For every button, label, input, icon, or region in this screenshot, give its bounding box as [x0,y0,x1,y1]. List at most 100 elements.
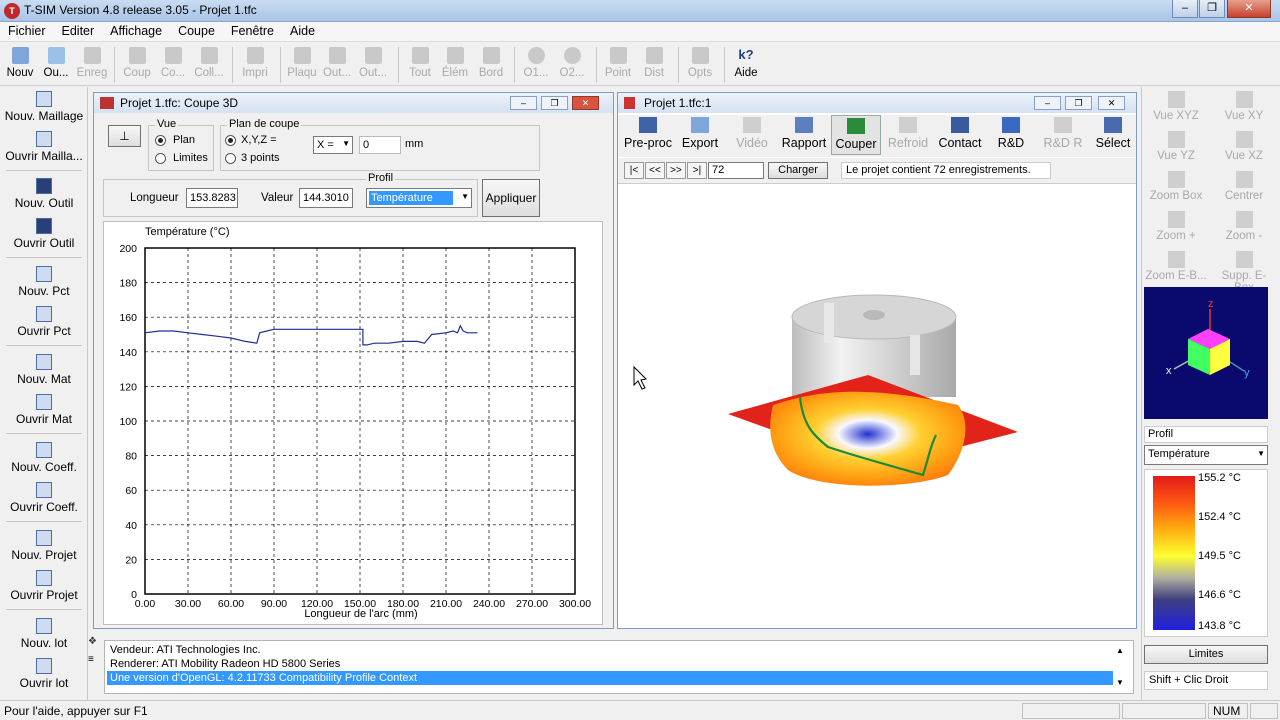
toolbar-point-button[interactable]: Point [601,45,635,83]
toolbar-print-button[interactable]: Impri [238,45,272,83]
zoom-ebox-button[interactable]: Zoom E-B... [1144,251,1208,282]
coupe-minimize-button[interactable]: – [510,96,537,110]
view-yz-button[interactable]: Vue YZ [1144,131,1208,162]
sidebar-new-coeff[interactable]: Nouv. Coeff. [0,442,88,474]
toolbar-outil2-button[interactable]: Out... [356,45,390,83]
menu-editer[interactable]: Editer [54,22,103,42]
toolbar-bord-button[interactable]: Bord [474,45,508,83]
plan-xyz-radio[interactable] [225,135,236,146]
toolbar-outil1-button[interactable]: Out... [320,45,354,83]
menu-fenetre[interactable]: Fenêtre [223,22,282,42]
legend-min: 143.8 °C [1198,620,1241,632]
vue-plan-radio[interactable] [155,135,166,146]
toolbar-open-button[interactable]: Ou... [39,45,73,83]
scroll-down-icon[interactable]: ▼ [1116,678,1124,687]
sidebar-open-pct[interactable]: Ouvrir Pct [0,306,88,338]
sidebar-new-tool[interactable]: Nouv. Outil [0,178,88,210]
view-xy-button[interactable]: Vue XY [1212,91,1276,122]
status-cell [1122,703,1206,719]
close-button[interactable]: ✕ [1227,0,1271,18]
sidebar-open-batch[interactable]: Ouvrir lot [0,658,88,690]
menu-affichage[interactable]: Affichage [102,22,170,42]
toolbar-tout-button[interactable]: Tout [403,45,437,83]
toolbar-plaque-button[interactable]: Plaqu [285,45,319,83]
sidebar-open-tool[interactable]: Ouvrir Outil [0,218,88,250]
export-button[interactable]: Export [676,115,724,150]
menu-fichier[interactable]: Fichier [0,22,54,42]
sidebar-new-pct[interactable]: Nouv. Pct [0,266,88,298]
view-xyz-button[interactable]: Vue XYZ [1144,91,1208,122]
toolbar-dist-button[interactable]: Dist [637,45,671,83]
toolbar-o1-button[interactable]: O1... [519,45,553,83]
menu-aide[interactable]: Aide [282,22,323,42]
3d-viewport[interactable] [618,185,1136,625]
last-record-button[interactable]: >| [687,162,707,179]
pin-button[interactable]: ⊥ [108,125,141,147]
toolbar-new-button[interactable]: Nouv [3,45,37,83]
x-tick-label: 300.00 [559,598,591,610]
toolbar-o2-button[interactable]: O2... [555,45,589,83]
toolbar-save-button[interactable]: Enreg [75,45,109,83]
view-maximize-button[interactable]: ❐ [1065,96,1092,110]
plan-value-field[interactable]: 0 [359,136,401,154]
sidebar-new-batch[interactable]: Nouv. lot [0,618,88,650]
valeur-field[interactable]: 144.3010 [299,188,353,208]
axis-select[interactable]: X = ▼ [313,136,353,154]
vue-limites-radio[interactable] [155,153,166,164]
sidebar-new-mat[interactable]: Nouv. Mat [0,354,88,386]
coupe-maximize-button[interactable]: ❐ [541,96,568,110]
sidebar-new-project[interactable]: Nouv. Projet [0,530,88,562]
menu-coupe[interactable]: Coupe [170,22,223,42]
appliquer-button[interactable]: Appliquer [482,179,540,217]
view-close-button[interactable]: ✕ [1098,96,1125,110]
rapport-button[interactable]: Rapport [778,115,830,150]
view-xz-button[interactable]: Vue XZ [1212,131,1276,162]
profil-select[interactable]: Température ▼ [366,188,472,208]
coupe-close-button[interactable]: ✕ [572,96,599,110]
toolbar-help-button[interactable]: k? Aide [729,45,763,83]
longueur-field[interactable]: 153.8283 [186,188,238,208]
printer-icon [246,47,264,64]
charger-button[interactable]: Charger [768,162,828,179]
toolbar-opts-button[interactable]: Opts [683,45,717,83]
toolbar-copy-button[interactable]: Co... [156,45,190,83]
sidebar-open-mesh[interactable]: Ouvrir Mailla... [0,131,88,163]
plan-3points-label: 3 points [241,152,280,164]
preproc-button[interactable]: Pre-proc [622,115,674,150]
contact-button[interactable]: Contact [934,115,986,150]
first-record-button[interactable]: |< [624,162,644,179]
refroid-button[interactable]: Refroid [884,115,932,150]
menu-bar: Fichier Editer Affichage Coupe Fenêtre Aide [0,22,1280,42]
rd-button[interactable]: R&D [988,115,1034,150]
prev-record-button[interactable]: << [645,162,665,179]
minimize-button[interactable]: – [1172,0,1198,18]
zoom-box-button[interactable]: Zoom Box [1144,171,1208,202]
video-button[interactable]: Vidéo [728,115,776,150]
center-button[interactable]: Centrer [1212,171,1276,202]
select-button[interactable]: Sélect [1090,115,1136,150]
sidebar-open-coeff[interactable]: Ouvrir Coeff. [0,482,88,514]
toolbar-element-button[interactable]: Élém [438,45,472,83]
next-record-button[interactable]: >> [666,162,686,179]
toolbar-cut-button[interactable]: Coup [120,45,154,83]
sidebar-new-mesh[interactable]: Nouv. Maillage [0,91,88,123]
rb-profil-select[interactable]: Température ▼ [1144,445,1268,465]
rd-r-button[interactable]: R&D R [1038,115,1088,150]
sidebar-open-project[interactable]: Ouvrir Projet [0,570,88,602]
sidebar-open-mat[interactable]: Ouvrir Mat [0,394,88,426]
log-line-selected[interactable]: Une version d'OpenGL: 4.2.11733 Compatib… [107,671,1113,685]
zoom-out-button[interactable]: Zoom - [1212,211,1276,242]
record-field[interactable]: 72 [708,162,764,179]
scroll-up-icon[interactable]: ▲ [1116,646,1124,655]
x-tick-label: 120.00 [301,598,333,610]
toolbar-paste-button[interactable]: Coll... [192,45,226,83]
tool-icon [328,47,346,64]
limites-button[interactable]: Limites [1144,645,1268,664]
maximize-button[interactable]: ❐ [1199,0,1225,18]
copy-icon [164,47,182,64]
zoom-in-button[interactable]: Zoom + [1144,211,1208,242]
plan-3points-radio[interactable] [225,153,236,164]
mesh-icon [36,131,52,147]
couper-button[interactable]: Couper [831,115,881,155]
view-minimize-button[interactable]: – [1034,96,1061,110]
